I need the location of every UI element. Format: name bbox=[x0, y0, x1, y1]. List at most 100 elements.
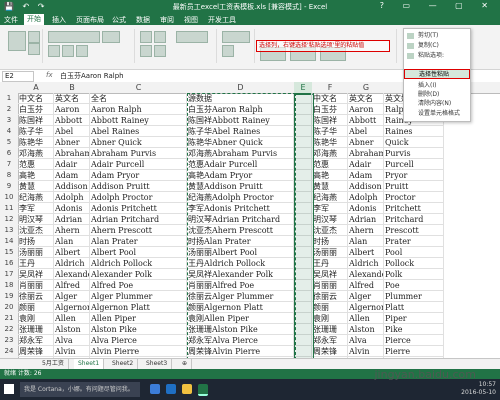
cell-g[interactable]: Adam bbox=[348, 170, 384, 181]
menu-item-format-cells[interactable]: 设置单元格格式 bbox=[404, 109, 470, 119]
sheet-tab-sheet3[interactable]: Sheet3 bbox=[142, 359, 173, 369]
cell-d[interactable]: 郑永军Alva Pierce bbox=[187, 335, 294, 346]
cell-a[interactable]: 陈国祥 bbox=[18, 115, 54, 126]
cell-g[interactable]: Abraham bbox=[348, 148, 384, 159]
cell-b[interactable]: Aaron bbox=[54, 104, 90, 115]
bold-icon[interactable] bbox=[48, 45, 60, 57]
cell-g[interactable]: Abbott bbox=[348, 115, 384, 126]
tab-developer[interactable]: 开发工具 bbox=[208, 15, 236, 25]
cell-a[interactable]: 沈亚杰 bbox=[18, 225, 54, 236]
cell-f[interactable]: 明汉琴 bbox=[312, 214, 348, 225]
cell-h[interactable]: Polk bbox=[384, 269, 444, 280]
cell-c[interactable]: Aaron Ralph bbox=[90, 104, 187, 115]
cell-c[interactable]: Abel Raines bbox=[90, 126, 187, 137]
cell-d[interactable]: 邓海燕Abraham Purvis bbox=[187, 148, 294, 159]
excel-icon[interactable] bbox=[198, 384, 208, 396]
cell-f[interactable]: 时扬 bbox=[312, 236, 348, 247]
cell-d[interactable]: 张珊珊Alston Pike bbox=[187, 324, 294, 335]
cell-h[interactable]: Pollock bbox=[384, 258, 444, 269]
cell-c[interactable]: Addison Pruitt bbox=[90, 181, 187, 192]
cell-f[interactable]: 徐丽云 bbox=[312, 291, 348, 302]
cell-c[interactable]: Albert Pool bbox=[90, 247, 187, 258]
cell-f[interactable]: 肖丽丽 bbox=[312, 280, 348, 291]
number-format-select[interactable] bbox=[222, 31, 250, 43]
header-cell[interactable]: 中文名 bbox=[312, 93, 348, 104]
cell-h[interactable]: Pierre bbox=[384, 346, 444, 357]
cell-b[interactable]: Alfred bbox=[54, 280, 90, 291]
cell-b[interactable]: Algernon bbox=[54, 302, 90, 313]
cell-a[interactable]: 李军 bbox=[18, 203, 54, 214]
tab-file[interactable]: 文件 bbox=[4, 15, 18, 25]
cell-e[interactable] bbox=[294, 258, 312, 269]
cell-h[interactable]: Purvis bbox=[384, 148, 444, 159]
cell-a[interactable]: 黄慧 bbox=[18, 181, 54, 192]
align-left-icon[interactable] bbox=[140, 45, 152, 57]
cell-g[interactable]: Alston bbox=[348, 324, 384, 335]
cell-c[interactable]: Alger Plummer bbox=[90, 291, 187, 302]
cell-g[interactable]: Abner bbox=[348, 137, 384, 148]
cell-b[interactable]: Alan bbox=[54, 236, 90, 247]
header-cell[interactable]: 英文名 bbox=[348, 93, 384, 104]
cell-g[interactable]: Adrian bbox=[348, 214, 384, 225]
cell-e[interactable] bbox=[294, 203, 312, 214]
font-name-select[interactable] bbox=[48, 31, 100, 43]
cell-e[interactable] bbox=[294, 291, 312, 302]
cell-d[interactable]: 颜丽Algernon Platt bbox=[187, 302, 294, 313]
cell-f[interactable]: 李军 bbox=[312, 203, 348, 214]
cell-c[interactable]: Alston Pike bbox=[90, 324, 187, 335]
italic-icon[interactable] bbox=[62, 45, 74, 57]
cell-b[interactable]: Aldrich bbox=[54, 258, 90, 269]
cell-g[interactable]: Adair bbox=[348, 159, 384, 170]
cell-d[interactable]: 陈子华Abel Raines bbox=[187, 126, 294, 137]
cell-a[interactable]: 陈艳华 bbox=[18, 137, 54, 148]
align-center-icon[interactable] bbox=[154, 45, 166, 57]
cell-e[interactable] bbox=[294, 137, 312, 148]
cell-h[interactable]: Pruitt bbox=[384, 181, 444, 192]
cell-c[interactable]: Abraham Purvis bbox=[90, 148, 187, 159]
cell-a[interactable]: 郑永军 bbox=[18, 335, 54, 346]
cell-e[interactable] bbox=[294, 236, 312, 247]
cell-d[interactable]: 汤丽丽Albert Pool bbox=[187, 247, 294, 258]
tab-page-layout[interactable]: 页面布局 bbox=[76, 15, 104, 25]
menu-item-clear[interactable]: 清除内容(N) bbox=[404, 99, 470, 109]
cell-a[interactable]: 颜丽 bbox=[18, 302, 54, 313]
cell-h[interactable]: Raines bbox=[384, 126, 444, 137]
cell-f[interactable]: 吴凤祥 bbox=[312, 269, 348, 280]
cell-g[interactable]: Abel bbox=[348, 126, 384, 137]
cell-a[interactable]: 高艳 bbox=[18, 170, 54, 181]
wrap-text-icon[interactable] bbox=[176, 31, 208, 43]
cell-e[interactable] bbox=[294, 313, 312, 324]
cell-a[interactable]: 纪海燕 bbox=[18, 192, 54, 203]
cell-e[interactable] bbox=[294, 104, 312, 115]
cell-h[interactable]: Pool bbox=[384, 247, 444, 258]
header-cell[interactable]: 英文名 bbox=[54, 93, 90, 104]
paste-option-icons[interactable] bbox=[404, 61, 470, 68]
cell-f[interactable]: 陈子华 bbox=[312, 126, 348, 137]
cell-f[interactable]: 陈国祥 bbox=[312, 115, 348, 126]
cell-c[interactable]: Algernon Platt bbox=[90, 302, 187, 313]
cell-a[interactable]: 吴凤祥 bbox=[18, 269, 54, 280]
cell-g[interactable]: Alger bbox=[348, 291, 384, 302]
cell-a[interactable]: 袁刚 bbox=[18, 313, 54, 324]
clock[interactable]: 10:57 2016-05-10 bbox=[461, 381, 496, 397]
tab-formulas[interactable]: 公式 bbox=[112, 15, 126, 25]
cell-d[interactable]: 袁刚Allen Piper bbox=[187, 313, 294, 324]
cell-d[interactable]: 王丹Aldrich Pollock bbox=[187, 258, 294, 269]
header-cell[interactable] bbox=[294, 93, 312, 104]
underline-icon[interactable] bbox=[76, 45, 88, 57]
cell-c[interactable]: Alva Pierce bbox=[90, 335, 187, 346]
cell-e[interactable] bbox=[294, 159, 312, 170]
cell-d[interactable]: 陈国祥Abbott Rainey bbox=[187, 115, 294, 126]
cell-b[interactable]: Adonis bbox=[54, 203, 90, 214]
cell-b[interactable]: Abbott bbox=[54, 115, 90, 126]
cell-e[interactable] bbox=[294, 170, 312, 181]
window-controls[interactable]: ? ▭ — ▢ ✕ bbox=[380, 1, 496, 10]
cell-b[interactable]: Allen bbox=[54, 313, 90, 324]
cortana-search-box[interactable]: 我是 Cortana，小娜。有问题尽管问我。 bbox=[20, 382, 140, 397]
cell-f[interactable]: 黄慧 bbox=[312, 181, 348, 192]
align-middle-icon[interactable] bbox=[154, 31, 166, 43]
cell-g[interactable]: Aaron bbox=[348, 104, 384, 115]
cell-d[interactable]: 沈亚杰Ahern Prescott bbox=[187, 225, 294, 236]
cell-g[interactable]: Aldrich bbox=[348, 258, 384, 269]
cell-h[interactable]: Purcell bbox=[384, 159, 444, 170]
